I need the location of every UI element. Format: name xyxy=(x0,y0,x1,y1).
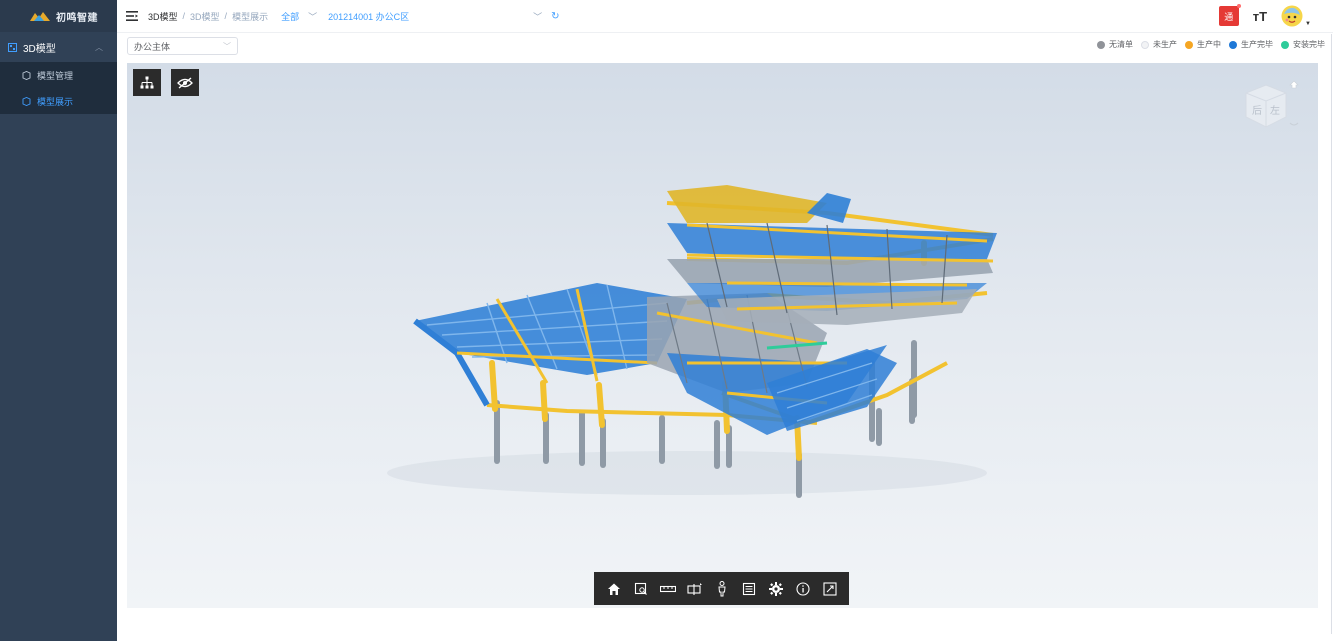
sidebar-menu-label: 3D模型 xyxy=(23,43,56,55)
legend-label: 生产完毕 xyxy=(1241,40,1273,49)
status-legend: 无清单 未生产 生产中 生产完毕 安装完毕 xyxy=(1093,39,1325,50)
filter-row: 办公主体 ﹀ 无清单 未生产 生产中 生产完毕 安装完毕 xyxy=(117,32,1333,60)
info-icon xyxy=(795,581,810,596)
legend-dot xyxy=(1185,40,1193,49)
font-size-button[interactable]: тT xyxy=(1253,9,1267,24)
refresh-icon[interactable]: ↻ xyxy=(551,11,559,22)
caret-down-icon: ▼ xyxy=(1305,21,1311,27)
cube-outline-icon xyxy=(22,96,31,106)
scrollbar-edge xyxy=(1331,34,1332,634)
notification-label: 通 xyxy=(1224,11,1234,22)
legend-item: 未生产 xyxy=(1141,39,1177,50)
sidebar-submenu: 模型管理 模型展示 xyxy=(0,62,117,114)
legend-dot xyxy=(1097,40,1105,49)
legend-item: 安装完毕 xyxy=(1281,39,1325,50)
body-select-value: 办公主体 xyxy=(134,41,171,52)
model-viewport[interactable]: 后 左 xyxy=(127,63,1318,608)
zoom-window-icon xyxy=(634,582,647,595)
logo-text: 初鸣智建 xyxy=(56,12,98,24)
hide-elements-button[interactable] xyxy=(171,69,199,96)
breadcrumb-root: 3D模型 xyxy=(148,11,178,22)
section-button[interactable] xyxy=(686,581,703,597)
breadcrumb-mid[interactable]: 3D模型 xyxy=(190,10,220,23)
legend-label: 无清单 xyxy=(1109,40,1133,49)
body-select[interactable]: 办公主体 ﹀ xyxy=(127,37,238,55)
info-button[interactable] xyxy=(795,581,811,597)
avatar xyxy=(1281,5,1303,27)
settings-gear-icon xyxy=(768,581,783,596)
structure-tree-icon xyxy=(140,76,154,88)
fullscreen-icon xyxy=(822,581,837,596)
structure-tree-button[interactable] xyxy=(133,69,161,96)
sidebar-menu-3d-model[interactable]: 3D模型 ︿ xyxy=(0,32,117,62)
view-cube-back-label: 后 xyxy=(1252,105,1262,117)
home-button[interactable] xyxy=(606,581,622,597)
chevron-up-icon: ︿ xyxy=(95,42,103,52)
sidebar-item-label: 模型展示 xyxy=(37,96,74,107)
legend-label: 未生产 xyxy=(1153,40,1177,49)
model-shadow xyxy=(387,451,987,495)
collapse-menu-icon[interactable] xyxy=(126,11,138,21)
breadcrumb: 3D模型 / 3D模型 / 模型展示 全部 ﹀ 201214001 办公C区 ﹀… xyxy=(148,10,560,23)
legend-item: 无清单 xyxy=(1097,39,1133,50)
header-actions: 通 тT ▼ xyxy=(1218,4,1311,27)
measure-button[interactable] xyxy=(659,581,676,597)
view-cube-left-label: 左 xyxy=(1270,104,1280,117)
model-roof-left xyxy=(413,283,687,407)
view-cube-home-icon[interactable] xyxy=(1289,80,1299,89)
properties-button[interactable] xyxy=(741,581,757,597)
scope-select[interactable]: 全部 xyxy=(281,10,299,23)
fullscreen-button[interactable] xyxy=(822,581,838,597)
sidebar-item-model-management[interactable]: 模型管理 xyxy=(0,62,117,88)
legend-item: 生产中 xyxy=(1185,39,1221,50)
legend-label: 安装完毕 xyxy=(1293,40,1325,49)
legend-dot xyxy=(1141,40,1149,49)
sidebar-item-label: 模型管理 xyxy=(37,70,74,81)
hide-eye-icon xyxy=(177,76,193,89)
measure-icon xyxy=(659,585,676,592)
home-icon xyxy=(607,583,620,595)
viewer-toolbar xyxy=(594,572,849,605)
view-cube-rotate-icon[interactable] xyxy=(1289,122,1299,126)
legend-dot xyxy=(1281,40,1289,49)
legend-item: 生产完毕 xyxy=(1229,39,1273,50)
sidebar-item-model-display[interactable]: 模型展示 xyxy=(0,88,117,114)
chevron-down-icon[interactable]: ﹀ xyxy=(308,10,317,23)
legend-label: 生产中 xyxy=(1197,40,1221,49)
chevron-down-icon: ﹀ xyxy=(223,41,231,51)
walk-mode-button[interactable] xyxy=(714,580,730,597)
sidebar: 初鸣智建 3D模型 ︿ 模型管理 模型展示 xyxy=(0,0,117,641)
breadcrumb-current: 模型展示 xyxy=(232,11,269,22)
legend-dot xyxy=(1229,40,1237,49)
logo[interactable]: 初鸣智建 xyxy=(0,0,117,32)
section-icon xyxy=(686,582,702,595)
model-tower-floors xyxy=(667,185,997,325)
settings-button[interactable] xyxy=(768,581,784,597)
logo-icon xyxy=(30,12,50,21)
user-menu[interactable]: ▼ xyxy=(1281,5,1311,27)
breadcrumb-separator: / xyxy=(182,11,186,21)
top-bar: 3D模型 / 3D模型 / 模型展示 全部 ﹀ 201214001 办公C区 ﹀… xyxy=(117,0,1333,32)
view-cube[interactable]: 后 左 xyxy=(1230,75,1300,135)
cube-outline-icon xyxy=(22,70,31,80)
breadcrumb-separator: / xyxy=(224,11,228,21)
steel-structure-model[interactable] xyxy=(127,63,1318,608)
zoom-window-button[interactable] xyxy=(633,581,649,597)
project-select[interactable]: 201214001 办公C区 xyxy=(328,10,528,23)
model-grid-icon xyxy=(8,42,17,52)
notification-button[interactable]: 通 xyxy=(1218,4,1241,26)
chevron-down-icon[interactable]: ﹀ xyxy=(533,10,542,23)
walk-person-icon xyxy=(717,580,726,596)
properties-icon xyxy=(742,582,755,595)
